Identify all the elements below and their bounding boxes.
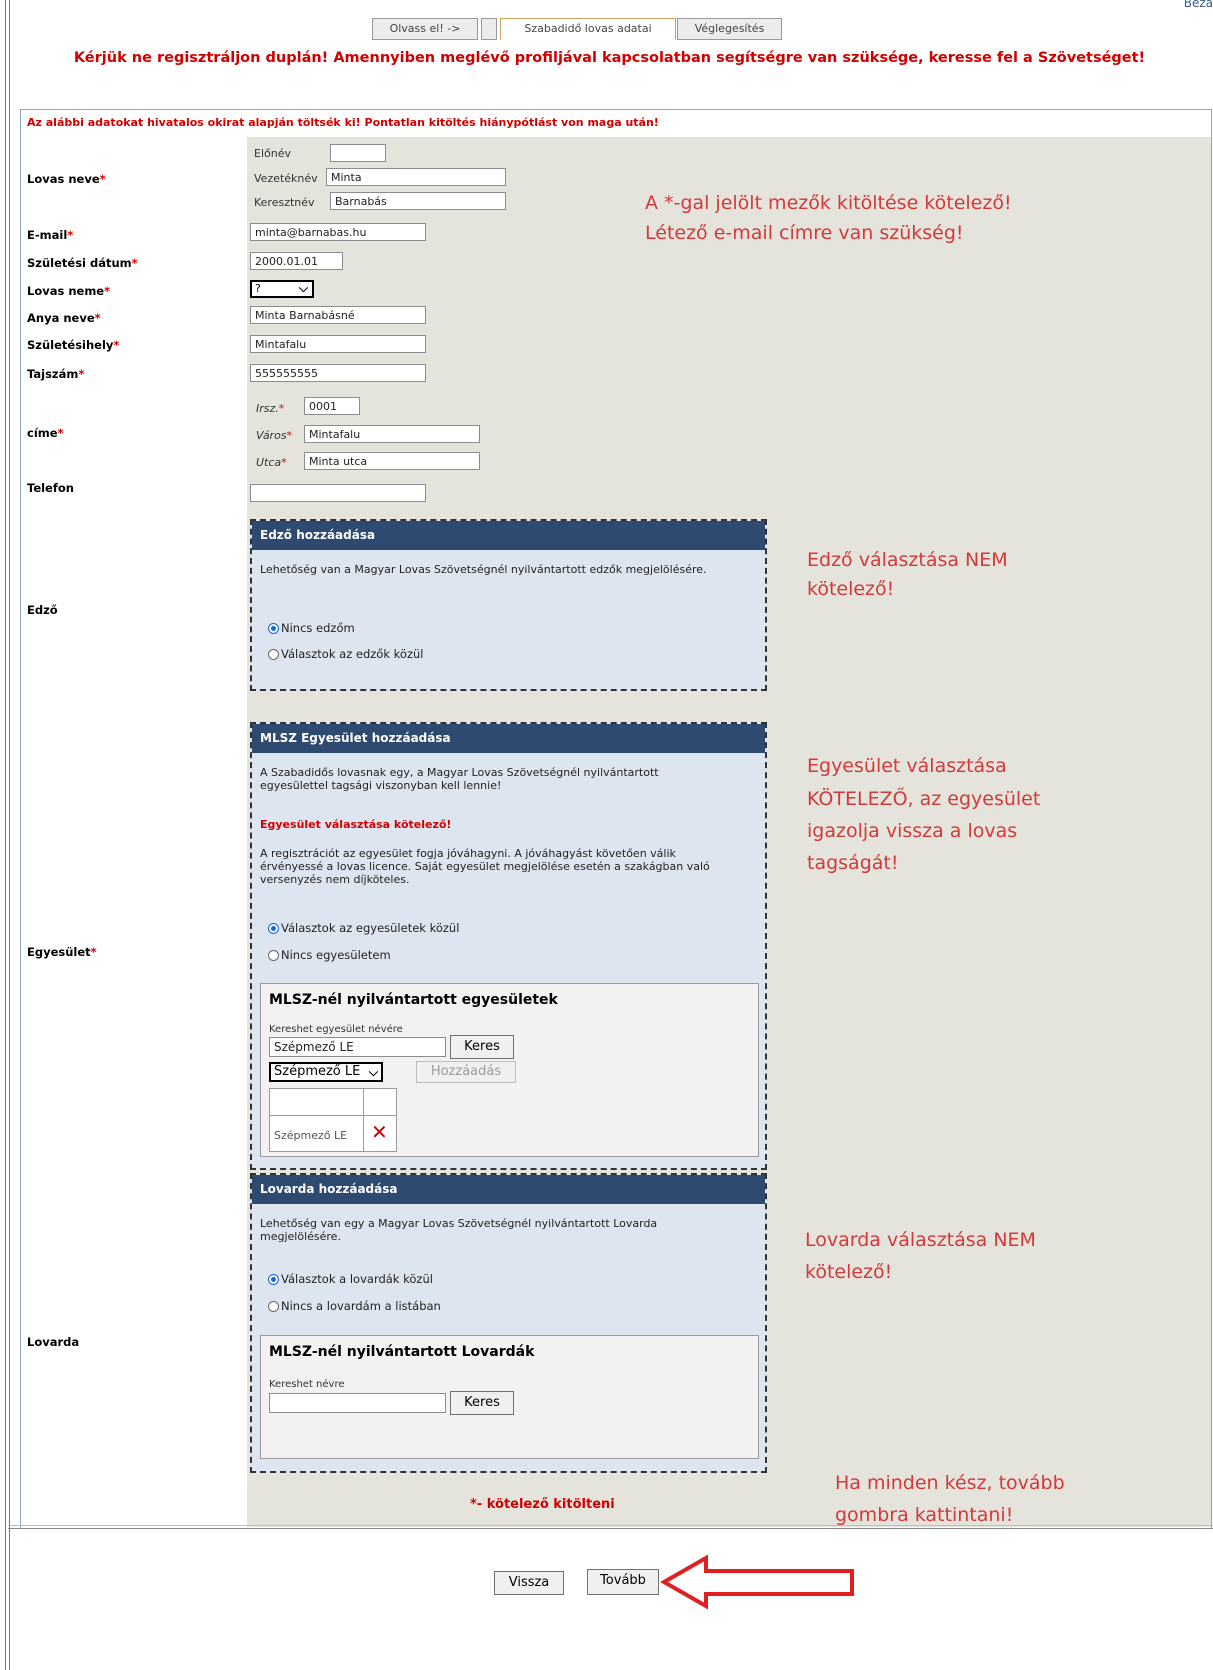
back-button[interactable]: Vissza	[494, 1571, 564, 1595]
sublabel-city: Város*	[256, 429, 293, 442]
sublabel-surname: Vezetéknév	[254, 172, 318, 185]
corner-link[interactable]: Beza	[1184, 0, 1213, 10]
required-legend: *- kötelező kitölteni	[470, 1497, 615, 1512]
annotation-club-line1: Egyesület választása	[807, 755, 1007, 777]
next-button[interactable]: Tovább	[587, 1569, 659, 1595]
sublabel-firstname: Keresztnév	[254, 196, 315, 209]
radio-choose-arena[interactable]: Választok a lovardák közül	[268, 1272, 433, 1286]
taj-input[interactable]: 555555555	[250, 364, 426, 382]
club-search-input[interactable]: Szépmező LE	[269, 1037, 446, 1057]
label-mother-name: Anya neve*	[27, 311, 101, 325]
chevron-down-icon: ⌵	[298, 281, 308, 295]
club-approval-text: A regisztrációt az egyesület fogja jóváh…	[260, 847, 710, 886]
email-input[interactable]: minta@barnabas.hu	[250, 223, 426, 241]
firstname-input[interactable]: Barnabás	[330, 192, 506, 210]
label-coach: Edző	[27, 603, 58, 617]
label-arena: Lovarda	[27, 1335, 80, 1349]
birth-date-input[interactable]: 2000.01.01	[250, 252, 343, 270]
club-box-title: MLSZ-nél nyilvántartott egyesületek	[269, 992, 558, 1008]
arena-box-title: MLSZ-nél nyilvántartott Lovardák	[269, 1344, 535, 1360]
prefix-input[interactable]	[330, 144, 386, 162]
label-birthplace: Születésihely*	[27, 338, 120, 352]
mother-name-input[interactable]: Minta Barnabásné	[250, 306, 426, 324]
radio-selected-icon	[268, 923, 279, 934]
radio-no-club[interactable]: Nincs egyesületem	[268, 948, 391, 962]
radio-selected-icon	[268, 1274, 279, 1285]
annotation-done-line1: Ha minden kész, tovább	[835, 1472, 1065, 1494]
official-document-note: Az alábbi adatokat hivatalos okirat alap…	[27, 116, 659, 129]
divider	[8, 1525, 1213, 1529]
annotation-required-fields: A *-gal jelölt mezők kitöltése kötelező!	[645, 192, 1012, 214]
duplicate-warning: Kérjük ne regisztráljon duplán! Amennyib…	[73, 50, 1146, 66]
club-selected-table: Szépmező LE ✕	[269, 1088, 397, 1152]
club-panel-title: MLSZ Egyesület hozzáadása	[252, 724, 765, 753]
arena-search-label: Kereshet névre	[269, 1379, 345, 1390]
label-gender: Lovas neme*	[27, 284, 111, 298]
club-required-note: Egyesület választása kötelező!	[260, 818, 452, 831]
coach-panel: Edző hozzáadása Lehetőség van a Magyar L…	[250, 519, 767, 691]
label-name: Lovas neve*	[27, 172, 106, 186]
radio-empty-icon	[268, 950, 279, 961]
tab-finalize[interactable]: Véglegesítés	[677, 18, 782, 40]
radio-no-coach[interactable]: Nincs edzőm	[268, 621, 355, 635]
tab-blank[interactable]	[481, 18, 497, 40]
radio-empty-icon	[268, 649, 279, 660]
coach-panel-text: Lehetőség van a Magyar Lovas Szövetségné…	[260, 563, 707, 576]
annotation-coach-line2: kötelező!	[807, 578, 895, 600]
club-selected-item: Szépmező LE	[274, 1129, 348, 1142]
coach-panel-title: Edző hozzáadása	[252, 521, 765, 550]
remove-icon[interactable]: ✕	[371, 1122, 388, 1142]
tab-bar: Olvass el! -> Szabadidő lovas adatai Vég…	[0, 18, 1213, 40]
club-panel: MLSZ Egyesület hozzáadása A Szabadidős l…	[250, 722, 767, 1170]
annotation-coach-line1: Edző választása NEM	[807, 549, 1008, 571]
club-search-button[interactable]: Keres	[450, 1035, 514, 1059]
sublabel-zip: Irsz.*	[256, 402, 285, 415]
annotation-club-line3: igazolja vissza a lovas	[807, 820, 1018, 842]
arena-panel-title: Lovarda hozzáadása	[252, 1175, 765, 1204]
arena-panel: Lovarda hozzáadása Lehetőség van egy a M…	[250, 1173, 767, 1473]
radio-no-arena[interactable]: Nincs a lovardám a listában	[268, 1299, 441, 1313]
annotation-email: Létező e-mail címre van szükség!	[645, 222, 964, 244]
club-select[interactable]: Szépmező LE ⌵	[269, 1062, 383, 1082]
arena-panel-text: Lehetőség van egy a Magyar Lovas Szövets…	[260, 1217, 658, 1243]
annotation-club-line4: tagságát!	[807, 852, 899, 874]
arena-search-button[interactable]: Keres	[450, 1391, 514, 1415]
annotation-arena-line1: Lovarda választása NEM	[805, 1229, 1036, 1251]
window-border	[5, 0, 10, 1670]
street-input[interactable]: Minta utca	[304, 452, 480, 470]
city-input[interactable]: Mintafalu	[304, 425, 480, 443]
arena-search-input[interactable]	[269, 1393, 446, 1413]
zip-input[interactable]: 0001	[304, 397, 360, 415]
arrow-left-icon	[660, 1554, 854, 1610]
radio-selected-icon	[268, 623, 279, 634]
club-search-label: Kereshet egyesület névére	[269, 1024, 403, 1035]
sublabel-prefix: Előnév	[254, 147, 291, 160]
club-add-button[interactable]: Hozzáadás	[416, 1061, 516, 1083]
gender-select[interactable]: ? ⌵	[250, 280, 314, 298]
label-taj: Tajszám*	[27, 367, 85, 381]
annotation-club-line2: KÖTELEZŐ, az egyesület	[807, 788, 1041, 810]
radio-empty-icon	[268, 1301, 279, 1312]
label-birth-date: Születési dátum*	[27, 256, 138, 270]
label-address: címe*	[27, 426, 64, 440]
radio-choose-coach[interactable]: Választok az edzők közül	[268, 647, 423, 661]
club-panel-text: A Szabadidős lovasnak egy, a Magyar Lova…	[260, 766, 659, 792]
label-club: Egyesület*	[27, 945, 97, 959]
club-search-box: MLSZ-nél nyilvántartott egyesületek Kere…	[260, 983, 759, 1157]
sublabel-street: Utca*	[256, 456, 287, 469]
tab-read-first[interactable]: Olvass el! ->	[372, 18, 478, 40]
annotation-arena-line2: kötelező!	[805, 1261, 893, 1283]
tab-rider-data[interactable]: Szabadidő lovas adatai	[500, 18, 676, 40]
radio-choose-club[interactable]: Választok az egyesületek közül	[268, 921, 459, 935]
label-phone: Telefon	[27, 481, 74, 495]
surname-input[interactable]: Minta	[326, 168, 506, 186]
chevron-down-icon: ⌵	[368, 1065, 378, 1079]
arena-search-box: MLSZ-nél nyilvántartott Lovardák Kereshe…	[260, 1335, 759, 1459]
label-email: E-mail*	[27, 228, 74, 242]
phone-input[interactable]	[250, 484, 426, 502]
birthplace-input[interactable]: Mintafalu	[250, 335, 426, 353]
